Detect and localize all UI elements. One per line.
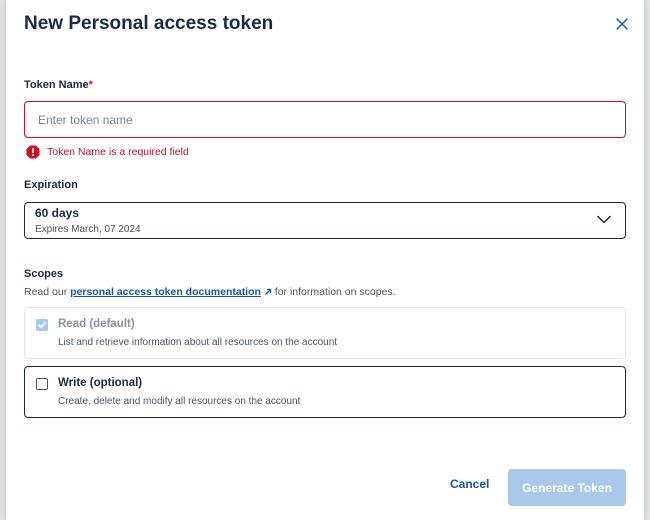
- expiration-value: 60 days: [35, 206, 80, 220]
- close-button[interactable]: [613, 15, 631, 33]
- error-icon: [26, 145, 40, 159]
- chevron-down-icon: [597, 215, 611, 224]
- read-scope-title: Read (default): [58, 318, 135, 330]
- token-name-label-text: Token Name: [24, 79, 89, 91]
- scopes-desc-suffix: for information on scopes.: [274, 286, 396, 298]
- scopes-description: Read our personal access token documenta…: [24, 286, 396, 298]
- dialog-title: New Personal access token: [24, 13, 274, 34]
- expiration-date: Expires March, 07 2024: [35, 224, 141, 235]
- scope-write-card[interactable]: Write (optional) Create, delete and modi…: [24, 366, 626, 418]
- token-name-error: Token Name is a required field: [26, 145, 189, 159]
- documentation-link[interactable]: personal access token documentation: [70, 286, 261, 298]
- read-scope-description: List and retrieve information about all …: [58, 337, 338, 348]
- expiration-label: Expiration: [24, 179, 78, 191]
- external-link-icon: [264, 288, 272, 295]
- write-checkbox[interactable]: [36, 378, 48, 390]
- close-icon: [616, 18, 628, 30]
- token-dialog: New Personal access token Token Name* To…: [6, 0, 644, 520]
- scopes-label: Scopes: [24, 268, 64, 280]
- documentation-link-text: personal access token documentation: [70, 286, 261, 298]
- cancel-button[interactable]: Cancel: [450, 477, 489, 491]
- token-name-label: Token Name*: [24, 79, 93, 91]
- expiration-select[interactable]: 60 days Expires March, 07 2024: [24, 202, 626, 239]
- backdrop-right: [644, 0, 650, 520]
- required-marker: *: [88, 79, 93, 91]
- write-scope-title: Write (optional): [58, 377, 143, 389]
- error-message: Token Name is a required field: [47, 146, 189, 158]
- checkmark-icon: [38, 322, 46, 329]
- read-checkbox: [36, 319, 48, 331]
- scope-read-card: Read (default) List and retrieve informa…: [24, 307, 626, 359]
- token-name-input[interactable]: [24, 101, 626, 138]
- generate-token-button[interactable]: Generate Token: [508, 469, 626, 506]
- scopes-desc-prefix: Read our: [24, 286, 68, 298]
- write-scope-description: Create, delete and modify all resources …: [58, 396, 301, 407]
